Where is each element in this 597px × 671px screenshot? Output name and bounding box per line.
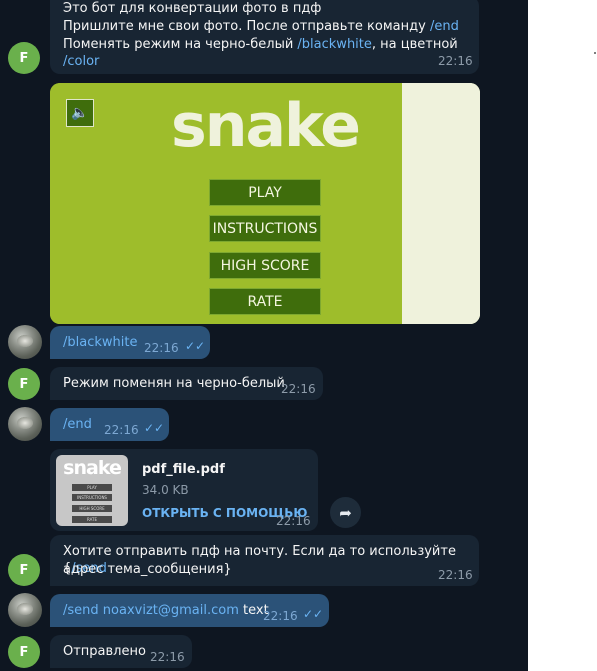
thumb-high-score: HIGH SCORE — [72, 505, 112, 512]
snake-game-image[interactable]: 🔈 snake PLAY INSTRUCTIONS HIGH SCORE RAT… — [50, 83, 480, 324]
thumb-play: PLAY — [72, 484, 112, 491]
forward-arrow-icon: ➦ — [339, 503, 352, 522]
message-time: 22:16 — [144, 341, 179, 355]
user-avatar[interactable] — [8, 325, 42, 359]
blackwhite-command[interactable]: /blackwhite — [63, 335, 137, 350]
email-link[interactable]: noaxvizt@gmail.com — [103, 603, 239, 618]
outgoing-end-message: /end 22:16 ✓✓ — [50, 408, 169, 441]
color-command-link[interactable]: /color — [63, 54, 99, 69]
bot-avatar[interactable]: F — [8, 42, 40, 74]
message-time: 22:16 — [263, 609, 298, 623]
outgoing-send-message: /send noaxvizt@gmail.com text 22:16 ✓✓ — [50, 594, 329, 627]
outgoing-blackwhite-message: /blackwhite 22:16 ✓✓ — [50, 326, 210, 359]
mode-changed-message: Режим поменян на черно-белый 22:16 — [50, 367, 323, 400]
snake-logo: snake — [171, 91, 361, 161]
bot-avatar[interactable]: F — [8, 554, 40, 586]
game-high-score-button[interactable]: HIGH SCORE — [209, 252, 321, 279]
message-time: 22:16 — [438, 54, 473, 68]
bot-avatar[interactable]: F — [8, 636, 40, 668]
email-prompt-message: Хотите отправить пдф на почту. Если да т… — [50, 535, 479, 586]
bot-intro-message: Это бот для конвертации фото в пдф Пришл… — [50, 0, 479, 74]
mode-changed-text: Режим поменян на черно-белый — [63, 376, 285, 391]
email-prompt-line-2: адрес тема_сообщения} — [63, 562, 232, 577]
end-command[interactable]: /end — [63, 417, 92, 432]
user-avatar[interactable] — [8, 593, 42, 627]
message-time: 22:16 — [276, 514, 311, 528]
bot-avatar[interactable]: F — [8, 368, 40, 400]
right-panel — [528, 0, 597, 671]
intro-line-3: Поменять режим на черно-белый /blackwhit… — [63, 37, 458, 69]
message-time: 22:16 — [281, 382, 316, 396]
thumb-snake-logo: snake — [63, 457, 122, 479]
thumb-instructions: INSTRUCTIONS — [72, 494, 112, 501]
sent-text: Отправлено — [63, 644, 146, 659]
double-check-icon: ✓✓ — [303, 607, 324, 621]
sent-message: Отправлено 22:16 — [50, 635, 192, 668]
message-time: 22:16 — [438, 568, 473, 582]
thumb-rate: RATE — [72, 516, 112, 523]
message-time: 22:16 — [150, 650, 185, 664]
email-prompt-line-1: Хотите отправить пдф на почту. Если да т… — [63, 544, 456, 576]
end-command-link[interactable]: /end — [430, 19, 459, 34]
user-avatar[interactable] — [8, 407, 42, 441]
game-instructions-button[interactable]: INSTRUCTIONS — [209, 215, 321, 242]
intro-line-1: Это бот для конвертации фото в пдф — [63, 1, 322, 16]
file-size: 34.0 KB — [142, 483, 189, 497]
send-command[interactable]: /send — [63, 603, 99, 618]
game-rate-button[interactable]: RATE — [209, 288, 321, 315]
double-check-icon: ✓✓ — [144, 421, 165, 435]
intro-line-2: Пришлите мне свои фото. После отправьте … — [63, 19, 459, 34]
share-forward-button[interactable]: ➦ — [330, 497, 361, 528]
chat-area: Это бот для конвертации фото в пдф Пришл… — [0, 0, 528, 671]
message-time: 22:16 — [104, 423, 139, 437]
blackwhite-command-link[interactable]: /blackwhite — [297, 37, 371, 52]
pdf-thumbnail[interactable]: snake PLAY INSTRUCTIONS HIGH SCORE RATE — [56, 455, 128, 526]
menu-dot — [594, 52, 596, 54]
file-name[interactable]: pdf_file.pdf — [142, 461, 225, 478]
double-check-icon: ✓✓ — [185, 339, 206, 353]
game-play-button[interactable]: PLAY — [209, 179, 321, 206]
